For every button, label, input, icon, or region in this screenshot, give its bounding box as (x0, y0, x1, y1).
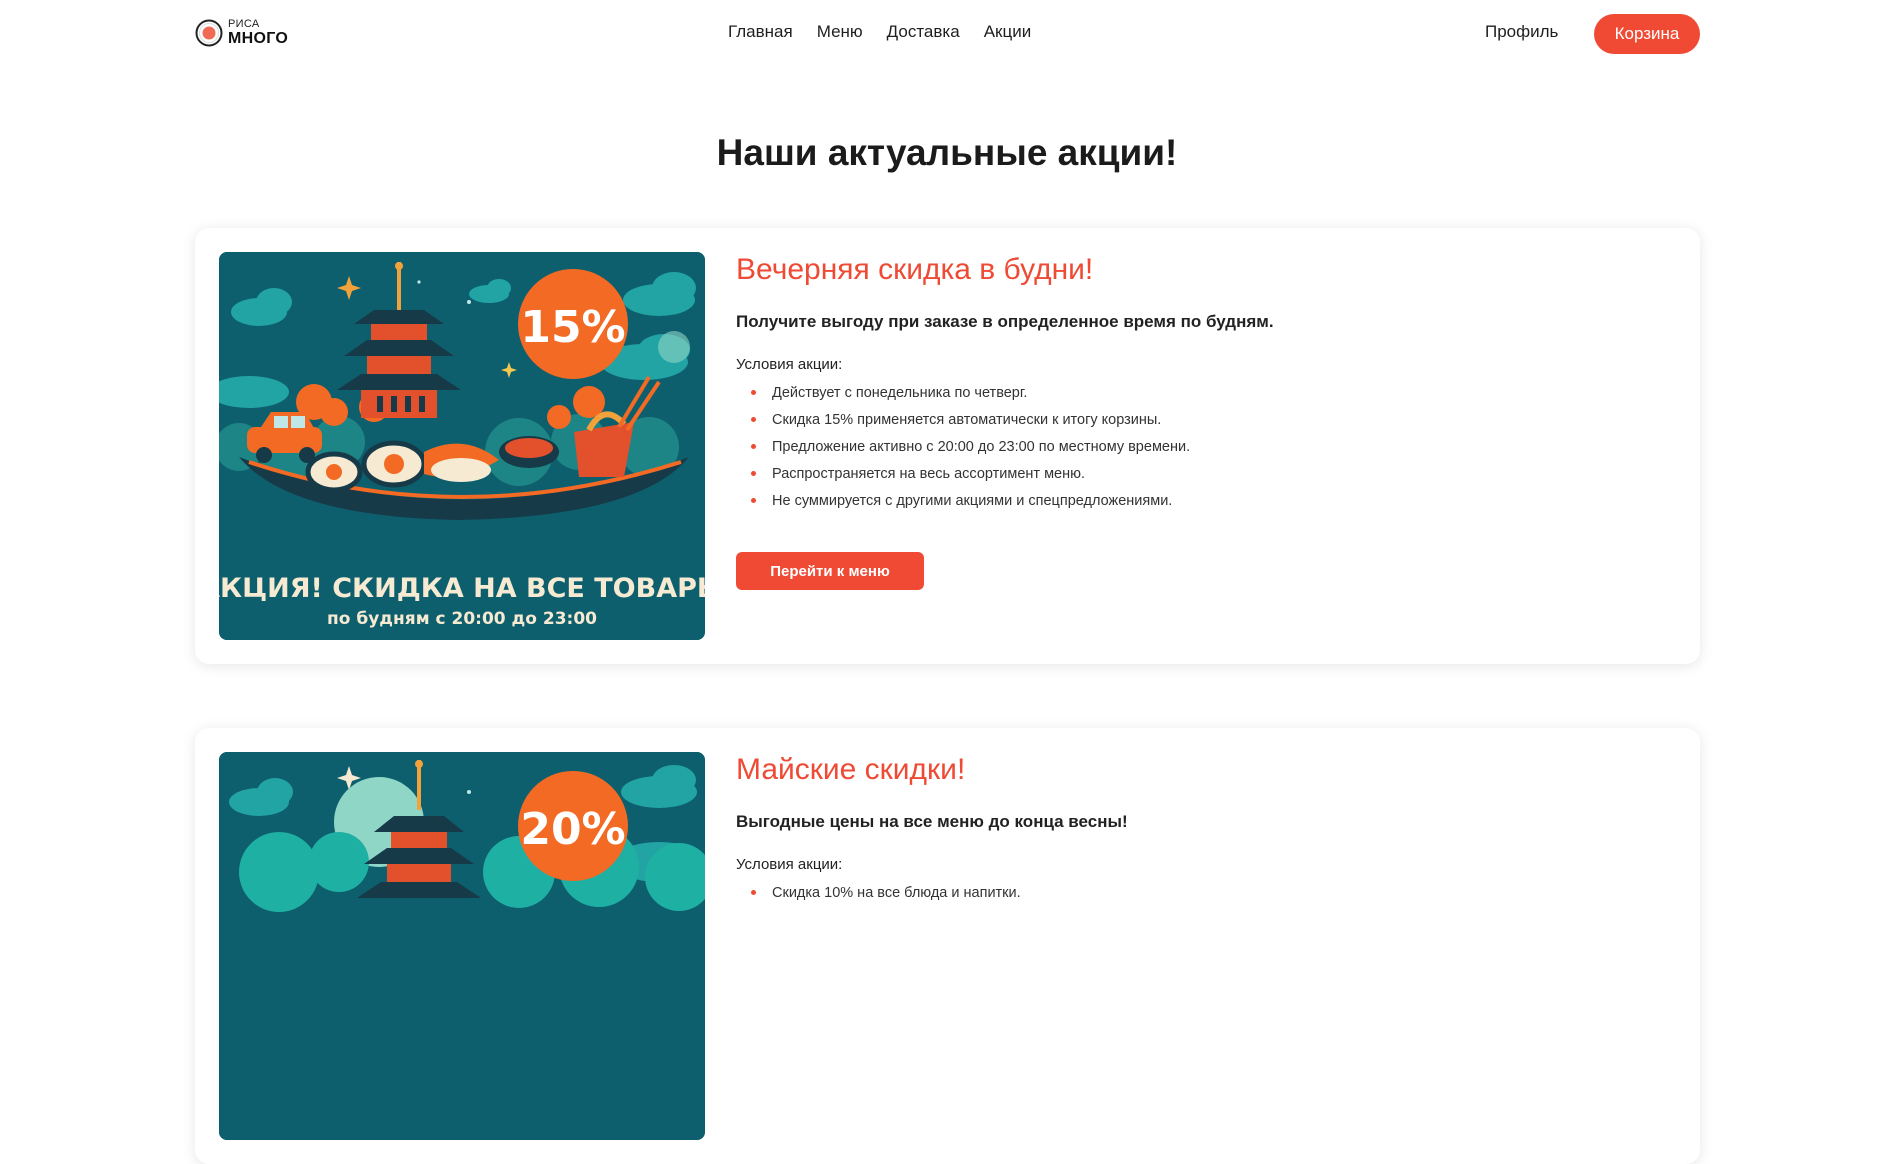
page-title: Наши актуальные акции! (716, 132, 1178, 173)
promo-title: Майские скидки! (736, 753, 966, 786)
promo-banner-image: 20% (219, 752, 705, 1140)
bullet-icon (751, 444, 756, 449)
promo-title: Вечерняя скидка в будни! (736, 253, 1094, 286)
conditions-label: Условия акции: (736, 356, 843, 373)
nav-link-home[interactable]: Главная (728, 22, 793, 42)
nav-link-promos[interactable]: Акции (984, 22, 1032, 42)
promo-banner-image: 15% АКЦИЯ! СКИДКА НА ВСЕ ТОВАРЫ по будня… (219, 252, 705, 640)
site-header: РИСА МНОГО Главная Меню Доставка Акции П… (0, 0, 1894, 68)
profile-link[interactable]: Профиль (1485, 22, 1558, 42)
banner-headline: АКЦИЯ! СКИДКА НА ВСЕ ТОВАРЫ (219, 573, 705, 604)
condition-item: Не суммируется с другими акциями и спецп… (751, 492, 1656, 519)
bullet-icon (751, 890, 756, 895)
banner-subline: по будням с 20:00 до 23:00 (327, 609, 597, 629)
promo-subtitle: Выгодные цены на все меню до конца весны… (736, 812, 1128, 831)
logo[interactable]: РИСА МНОГО (195, 19, 288, 47)
conditions-label: Условия акции: (736, 856, 843, 873)
bullet-icon (751, 498, 756, 503)
banner-discount-badge: 15% (520, 302, 625, 353)
logo-text-bottom: МНОГО (228, 30, 289, 47)
nav-link-delivery[interactable]: Доставка (887, 22, 960, 42)
bullet-icon (751, 417, 756, 422)
go-to-menu-button[interactable]: Перейти к меню (736, 552, 924, 590)
cart-button[interactable]: Корзина (1594, 14, 1700, 54)
condition-item: Распространяется на весь ассортимент мен… (751, 465, 1656, 492)
promo-details: Майские скидки! Выгодные цены на все мен… (736, 753, 1656, 911)
promo-subtitle: Получите выгоду при заказе в определенно… (736, 312, 1274, 331)
main-nav: Главная Меню Доставка Акции (728, 22, 1031, 42)
condition-item: Скидка 10% на все блюда и напитки. (751, 884, 1656, 911)
nav-link-menu[interactable]: Меню (817, 22, 863, 42)
logo-text-top: РИСА (228, 18, 260, 30)
condition-item: Действует с понедельника по четверг. (751, 384, 1656, 411)
conditions-list: Скидка 10% на все блюда и напитки. (736, 884, 1656, 911)
bullet-icon (751, 471, 756, 476)
promo-details: Вечерняя скидка в будни! Получите выгоду… (736, 253, 1656, 590)
promo-card: 20% Майские скидки! Выгодные цены на все… (195, 728, 1700, 1164)
promo-card: 15% АКЦИЯ! СКИДКА НА ВСЕ ТОВАРЫ по будня… (195, 228, 1700, 664)
condition-item: Предложение активно с 20:00 до 23:00 по … (751, 438, 1656, 465)
conditions-list: Действует с понедельника по четверг. Ски… (736, 384, 1656, 519)
bullet-icon (751, 390, 756, 395)
condition-item: Скидка 15% применяется автоматически к и… (751, 411, 1656, 438)
sushi-logo-icon (195, 19, 223, 47)
banner-discount-badge: 20% (520, 804, 625, 855)
